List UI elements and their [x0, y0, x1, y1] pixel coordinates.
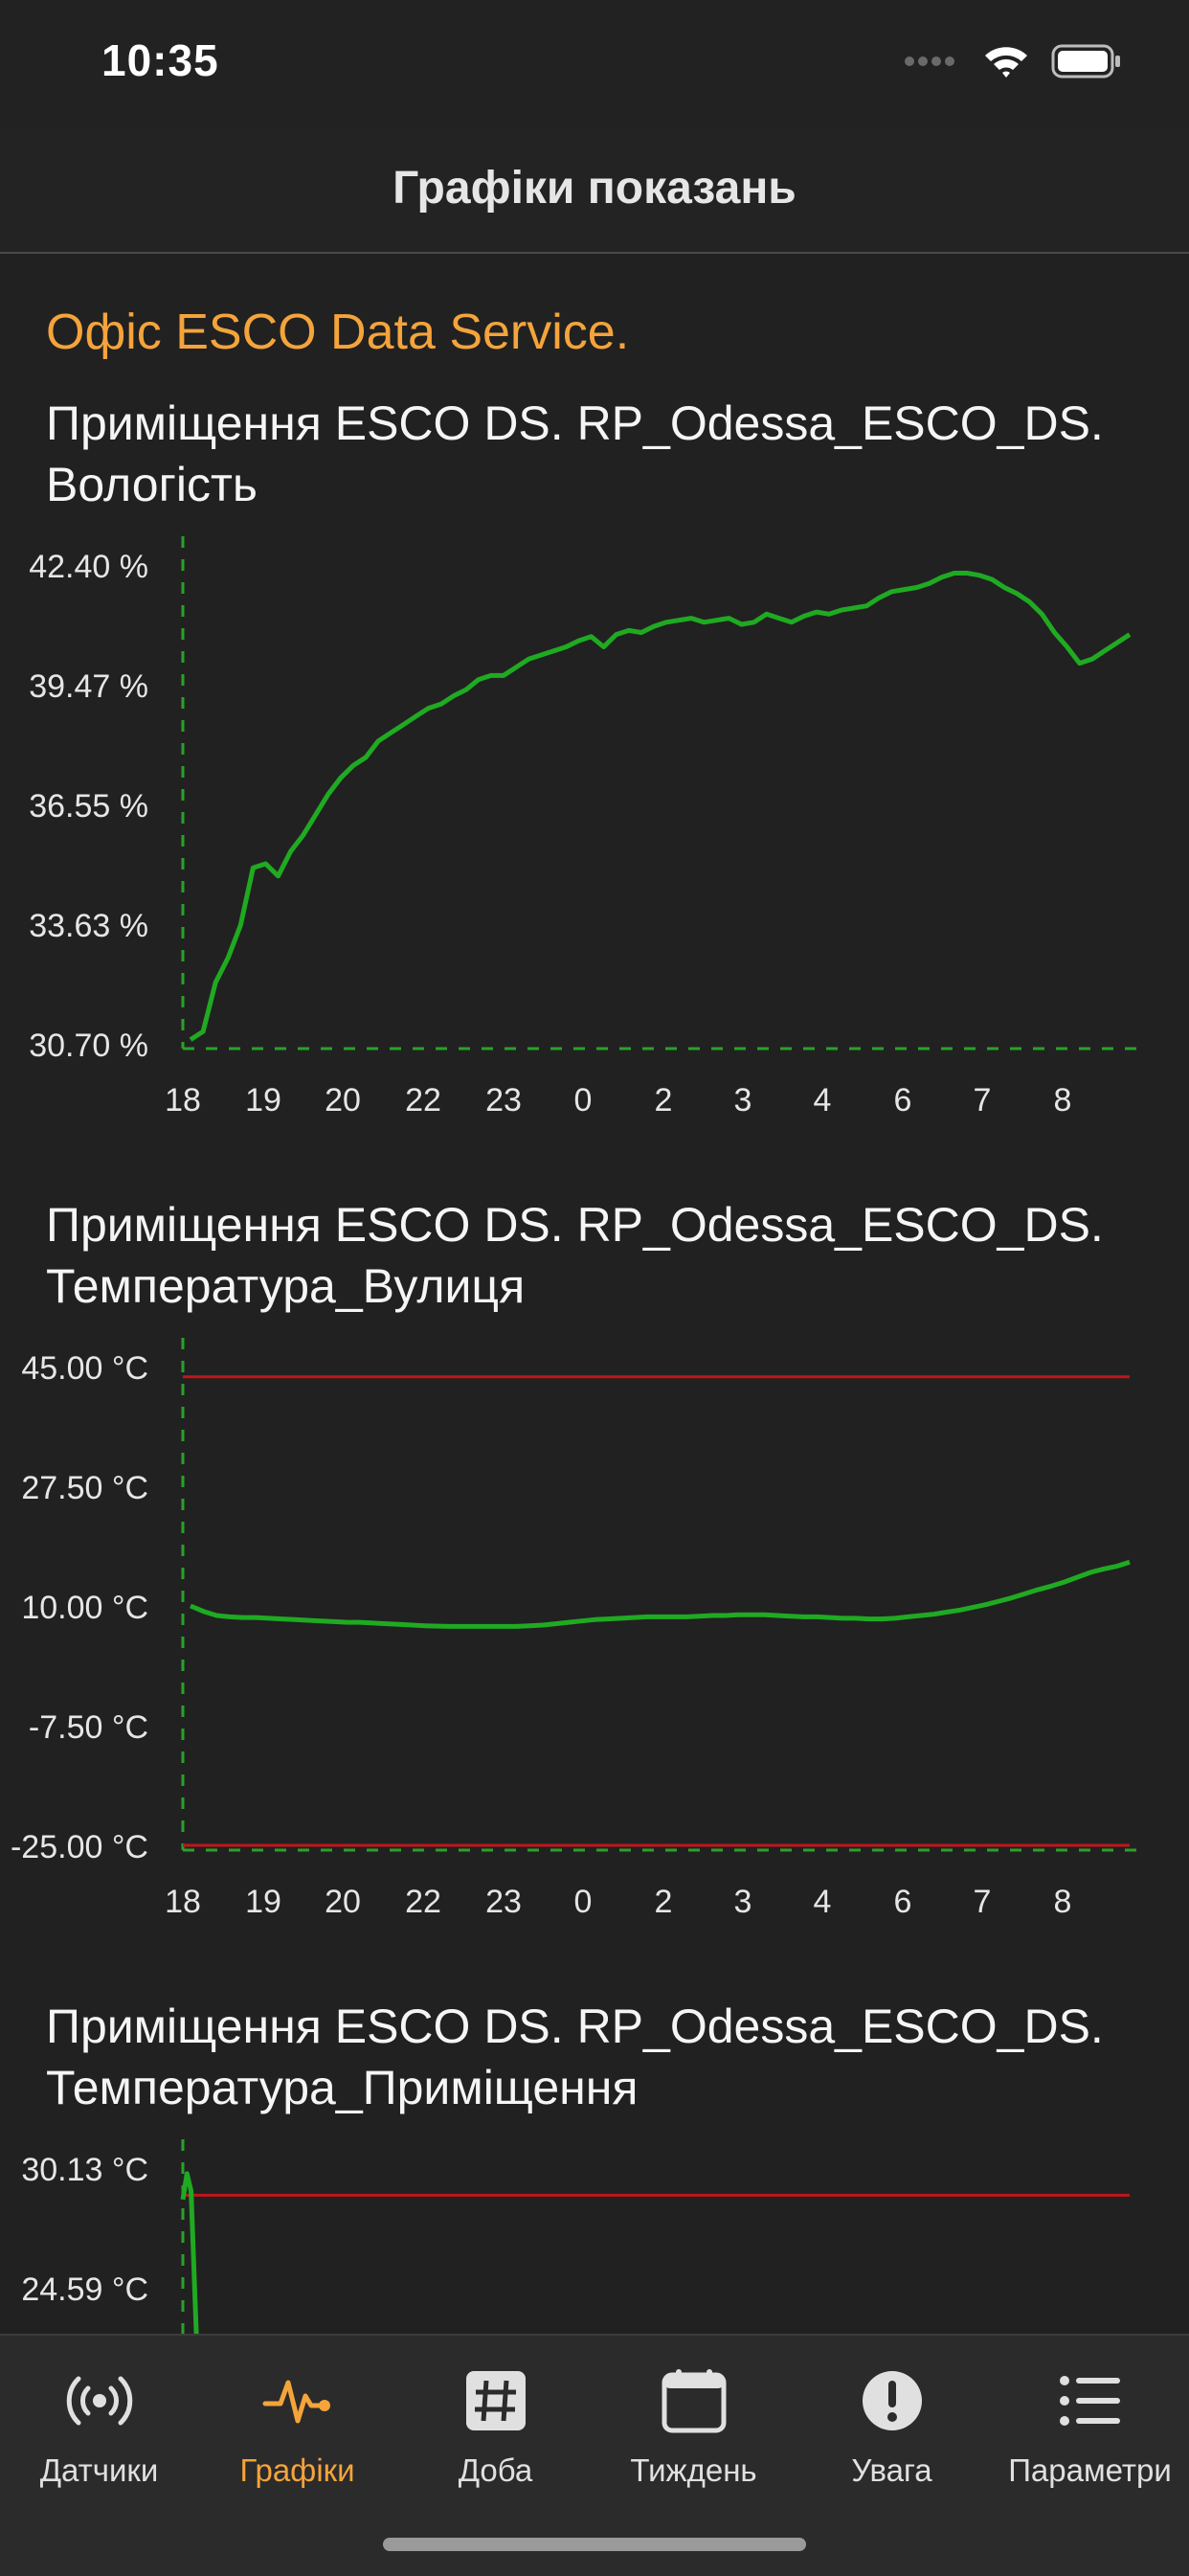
x-tick-label: 3 — [734, 1884, 752, 1920]
status-time: 10:35 — [101, 35, 219, 85]
series-line — [189, 571, 1132, 1042]
humidity-line-chart: 42.40 % 39.47 % 36.55 % 33.63 % 30.70 % 18 19 2… — [29, 536, 1143, 1119]
chart-pulse-icon — [262, 2380, 330, 2424]
battery-icon — [1051, 44, 1120, 79]
x-tick-label: 20 — [325, 1082, 361, 1119]
chart-humidity[interactable]: Приміщення ESCO DS. RP_Odessa_ESCO_DS. В… — [0, 393, 1189, 1149]
x-tick-label: 4 — [814, 1884, 832, 1920]
calendar-icon — [662, 2369, 726, 2433]
y-tick-label: 39.47 % — [29, 668, 148, 705]
chart-indoor-temperature[interactable]: Приміщення ESCO DS. RP_Odessa_ESCO_DS. Т… — [0, 1996, 1189, 2334]
tab-day[interactable]: Доба — [396, 2353, 594, 2516]
x-tick-label: 7 — [974, 1884, 992, 1920]
tab-settings[interactable]: Параметри — [991, 2353, 1189, 2516]
tab-alerts[interactable]: Увага — [793, 2353, 991, 2516]
y-tick-label: 33.63 % — [29, 908, 148, 944]
tab-label: Доба — [458, 2452, 533, 2488]
x-tick-label: 0 — [574, 1082, 593, 1119]
x-tick-label: 22 — [405, 1884, 441, 1920]
y-tick-label: 45.00 °C — [21, 1350, 148, 1387]
outdoor-temperature-line-chart: 45.00 °C 27.50 °C 10.00 °C -7.50 °C -25.00 °… — [11, 1338, 1143, 1920]
x-tick-label: 8 — [1054, 1082, 1072, 1119]
y-tick-label: 27.50 °C — [21, 1470, 148, 1506]
x-tick-label: 2 — [655, 1082, 673, 1119]
x-tick-label: 8 — [1054, 1884, 1072, 1920]
tab-week[interactable]: Тиждень — [594, 2353, 793, 2516]
tab-charts[interactable]: Графіки — [198, 2353, 396, 2516]
y-tick-label: -7.50 °C — [29, 1709, 148, 1746]
tab-label: Графіки — [239, 2452, 355, 2488]
page-title: Графіки показань — [393, 163, 796, 214]
sensors-icon — [66, 2376, 132, 2426]
x-tick-label: 4 — [814, 1082, 832, 1119]
indoor-temperature-line-chart: 30.13 °C 24.59 °C — [21, 2139, 1130, 2334]
cellular-signal-icon — [905, 56, 954, 66]
section-title: Офіс ESCO Data Service. — [46, 305, 630, 360]
x-tick-label: 6 — [894, 1082, 912, 1119]
alert-icon — [862, 2371, 922, 2430]
nav-header: Графіки показань — [0, 129, 1189, 254]
x-tick-label: 23 — [485, 1884, 522, 1920]
x-tick-label: 23 — [485, 1082, 522, 1119]
x-tick-label: 19 — [245, 1884, 281, 1920]
y-tick-label: 36.55 % — [29, 788, 148, 825]
y-tick-label: 30.13 °C — [21, 2152, 148, 2188]
tab-sensors[interactable]: Датчики — [0, 2353, 198, 2516]
x-tick-label: 19 — [245, 1082, 281, 1119]
chart-outdoor-temperature[interactable]: Приміщення ESCO DS. RP_Odessa_ESCO_DS. Т… — [0, 1194, 1189, 1951]
x-tick-label: 6 — [894, 1884, 912, 1920]
y-tick-label: 24.59 °C — [21, 2271, 148, 2308]
charts-scroll-view[interactable]: Офіс ESCO Data Service. Приміщення ESCO … — [0, 254, 1189, 2334]
tab-label: Параметри — [1008, 2452, 1172, 2488]
x-tick-label: 2 — [655, 1884, 673, 1920]
x-tick-label: 22 — [405, 1082, 441, 1119]
tab-label: Увага — [851, 2452, 932, 2488]
home-indicator — [383, 2538, 806, 2551]
x-tick-label: 20 — [325, 1884, 361, 1920]
x-tick-label: 7 — [974, 1082, 992, 1119]
y-tick-label: 30.70 % — [29, 1028, 148, 1064]
y-tick-label: 42.40 % — [29, 549, 148, 585]
status-bar: 10:35 — [0, 0, 1189, 129]
list-icon — [1059, 2376, 1120, 2426]
wifi-icon — [985, 47, 1027, 78]
x-tick-label: 18 — [165, 1082, 201, 1119]
y-tick-label: -25.00 °C — [11, 1829, 148, 1865]
status-icons — [904, 42, 1122, 80]
tab-label: Датчики — [39, 2452, 159, 2488]
x-tick-label: 18 — [165, 1884, 201, 1920]
hash-grid-icon — [465, 2371, 526, 2430]
x-tick-label: 3 — [734, 1082, 752, 1119]
y-tick-label: 10.00 °C — [21, 1590, 148, 1626]
tab-label: Тиждень — [630, 2452, 757, 2488]
x-tick-label: 0 — [574, 1884, 593, 1920]
series-line — [190, 1559, 1131, 1629]
series-line — [180, 2171, 199, 2334]
